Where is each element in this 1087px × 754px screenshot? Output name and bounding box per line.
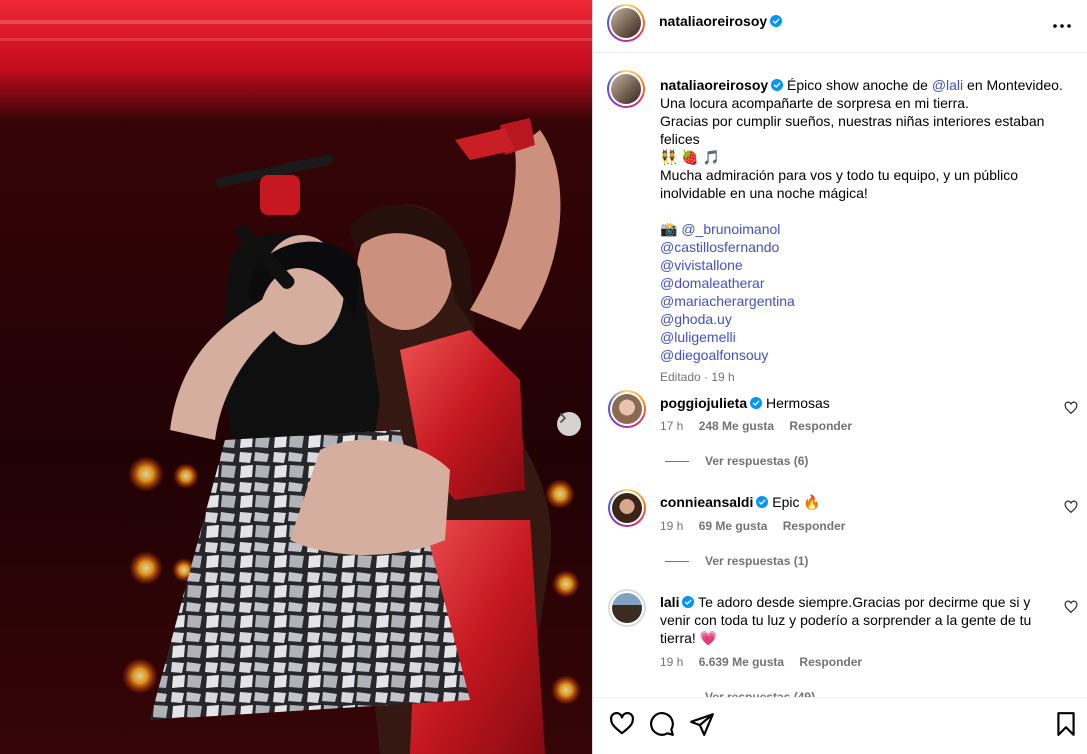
credit-link[interactable]: @castillosfernando [660,238,1085,256]
commenter-avatar[interactable] [608,589,646,627]
heart-icon[interactable] [609,711,635,737]
instagram-post-view: nataliaoreirosoy nataliaoreirosoy Épico … [0,0,1087,754]
camera-emoji: 📸 [660,221,678,237]
share-icon[interactable] [689,711,715,737]
comment-text: tierra! 💗 [660,630,718,646]
comment-text: Hermosas [766,395,830,411]
verified-badge-icon [682,596,695,608]
credit-link[interactable]: @ghoda.uy [660,310,1085,328]
mention-link[interactable]: @lali [932,77,963,93]
credit-link[interactable]: @mariacherargentina [660,292,1085,310]
caption-emojis: 👯 🍓 🎵 [660,149,721,165]
caption-text: en Montevideo. [963,77,1063,93]
edited-timestamp: Editado · 19 h [660,370,735,384]
comment-likes[interactable]: 248 Me gusta [699,419,774,433]
commenter-username[interactable]: connieansaldi [660,494,753,510]
view-replies-button[interactable]: Ver respuestas (6) [665,454,808,468]
post-photo[interactable] [0,0,592,754]
author-username[interactable]: nataliaoreirosoy [659,13,767,29]
reply-button[interactable]: Responder [799,655,862,669]
post-action-bar [593,697,1087,754]
chevron-right-icon [560,413,566,423]
comment-time: 19 h [660,655,684,669]
comment-like-heart-icon[interactable] [1064,401,1078,415]
comment-icon[interactable] [649,711,675,737]
credit-link[interactable]: @diegoalfonsouy [660,346,1085,364]
commenter-avatar[interactable] [608,390,646,428]
verified-badge-icon [756,496,769,508]
caption-line: Mucha admiración para vos y todo tu equi… [660,167,1018,183]
comment-likes[interactable]: 69 Me gusta [699,519,768,533]
commenter-username[interactable]: lali [660,594,679,610]
concert-photo-illustration [0,0,592,754]
comment-like-heart-icon[interactable] [1064,500,1078,514]
more-options-icon [1053,24,1071,28]
comment-item: lali Te adoro desde siempre.Gracias por … [608,589,1078,699]
commenter-username[interactable]: poggiojulieta [660,395,747,411]
next-photo-button[interactable] [557,412,581,436]
post-header: nataliaoreirosoy [593,0,1087,53]
credit-link[interactable]: @luligemelli [660,328,1085,346]
reply-button[interactable]: Responder [783,519,846,533]
comment-text: venir con toda tu luz y poderío a sorpre… [660,612,1032,628]
credit-link[interactable]: @domaleatherar [660,274,1085,292]
verified-badge-icon [770,15,783,27]
comment-text: Epic 🔥 [772,494,821,510]
caption-username[interactable]: nataliaoreirosoy [660,77,768,93]
verified-badge-icon [771,79,784,91]
comment-time: 19 h [660,519,684,533]
caption-author-avatar[interactable] [607,70,645,108]
view-replies-button[interactable]: Ver respuestas (1) [665,554,808,568]
caption-line: Gracias por cumplir sueños, nuestras niñ… [660,113,1045,147]
credit-link[interactable]: @vivistallone [660,256,1085,274]
comment-likes[interactable]: 6.639 Me gusta [699,655,784,669]
credit-link[interactable]: @_brunoimanol [681,221,780,237]
post-details-panel: nataliaoreirosoy nataliaoreirosoy Épico … [592,0,1087,754]
more-options-button[interactable] [1050,14,1074,38]
post-caption: nataliaoreirosoy Épico show anoche de @l… [660,76,1085,386]
caption-line: inolvidable en una noche mágica! [660,185,868,201]
comment-like-heart-icon[interactable] [1064,600,1078,614]
bookmark-icon[interactable] [1053,711,1079,737]
author-avatar[interactable] [607,4,645,42]
caption-line: Una locura acompañarte de sorpresa en mi… [660,95,969,111]
commenter-avatar[interactable] [608,489,646,527]
verified-badge-icon [750,397,763,409]
comment-text: Te adoro desde siempre.Gracias por decir… [698,594,1031,610]
reply-button[interactable]: Responder [789,419,852,433]
caption-text: Épico show anoche de [787,77,932,93]
comment-time: 17 h [660,419,684,433]
